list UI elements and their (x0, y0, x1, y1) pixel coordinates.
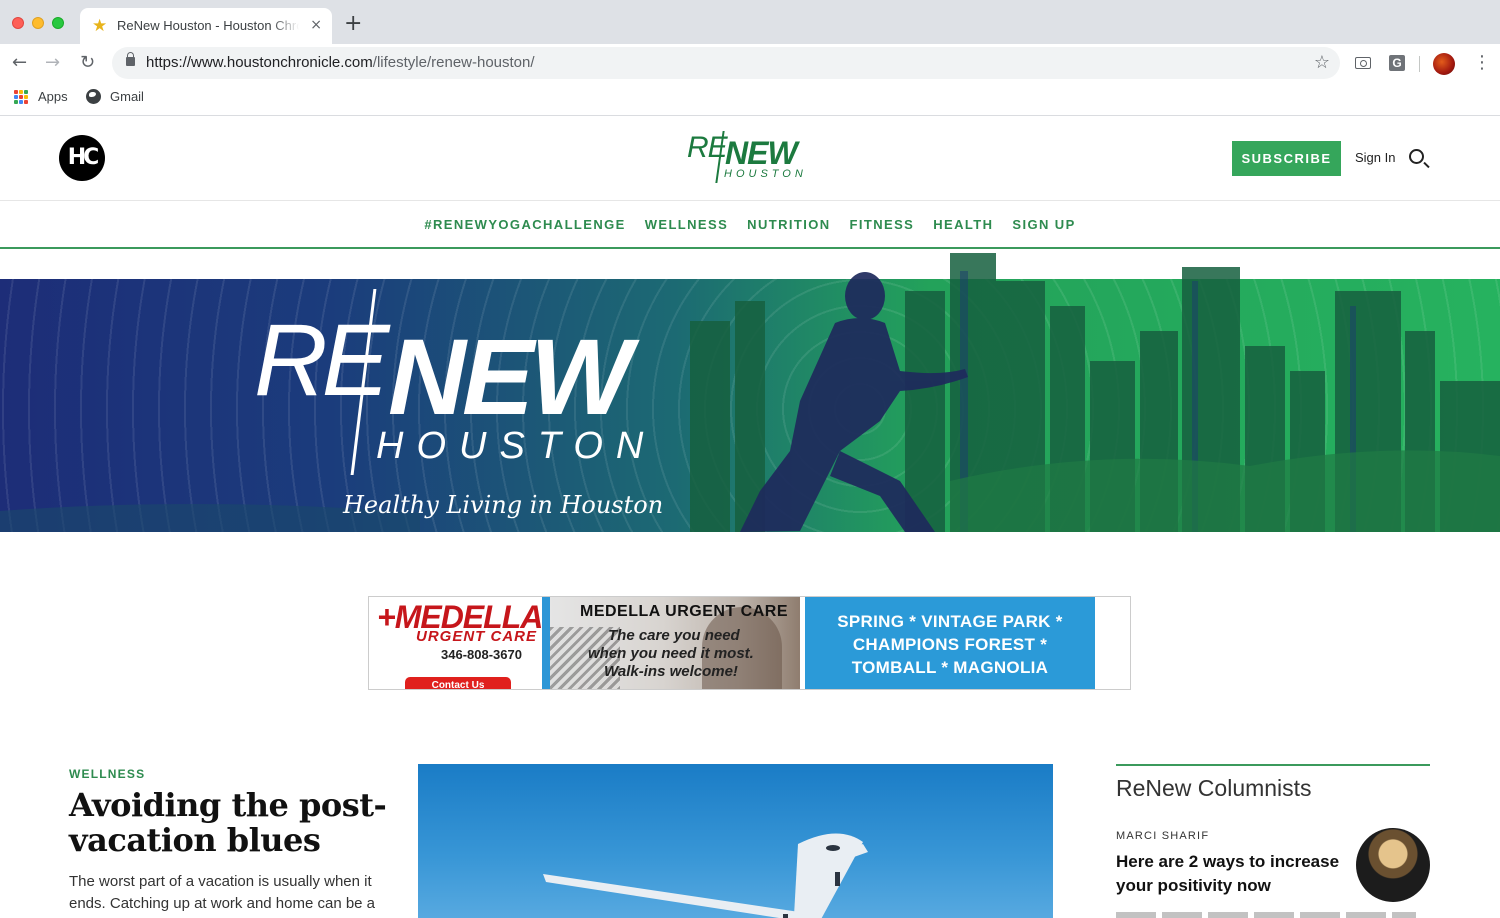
columnist-next-text (1116, 912, 1416, 918)
ad-location-line: SPRING * VINTAGE PARK * (837, 612, 1063, 631)
kebab-menu-icon[interactable]: ⋮ (1473, 54, 1491, 72)
columnist-avatar[interactable] (1356, 828, 1430, 902)
logo-new: NEW (725, 135, 798, 171)
ad-logo-panel: +MEDELLA URGENT CARE 346-808-3670 Contac… (369, 597, 543, 689)
bookmark-apps[interactable]: Apps (14, 89, 68, 104)
ad-locations-panel: SPRING * VINTAGE PARK * CHAMPIONS FOREST… (805, 597, 1095, 689)
ad-mid-line: when you need it most. (588, 645, 754, 662)
columnists-rule (1116, 764, 1430, 766)
site-header: HC RE NEW HOUSTON SUBSCRIBE Sign In (0, 117, 1500, 201)
hero-new-text: NEW (388, 316, 632, 437)
tab-title: ReNew Houston - Houston Chronicle (117, 18, 299, 33)
ad-phone: 346-808-3670 (441, 647, 522, 662)
article-description: The worst part of a vacation is usually … (69, 873, 376, 912)
bookmark-star-icon[interactable]: ☆ (1314, 52, 1330, 73)
reload-icon[interactable]: ↻ (80, 53, 95, 73)
medella-ad-banner[interactable]: + MEDELLA URGENT CARE 346-808-3670 Contac… (368, 596, 1131, 690)
camera-icon[interactable] (1355, 57, 1371, 69)
columnist-article-title[interactable]: Here are 2 ways to increase your positiv… (1116, 850, 1351, 898)
nav-nutrition[interactable]: NUTRITION (747, 217, 830, 232)
grammarly-extension-icon[interactable]: G (1389, 55, 1405, 71)
sign-in-link[interactable]: Sign In (1355, 150, 1395, 165)
url-text[interactable]: https://www.houstonchronicle.com/lifesty… (146, 54, 535, 71)
bookmark-gmail[interactable]: Gmail (86, 89, 144, 104)
tab-close-icon[interactable]: × (310, 17, 322, 33)
article-image-airplane[interactable] (418, 764, 1053, 918)
hero-banner: RE NEW HOUSTON Healthy Living in Houston (0, 251, 1500, 532)
ad-mid-title: MEDELLA URGENT CARE (580, 603, 789, 620)
hero-houston-text: HOUSTON (376, 425, 657, 467)
back-arrow-icon[interactable]: ← (12, 53, 27, 73)
hero-skyline-illustration (0, 253, 1500, 532)
search-icon[interactable] (1409, 149, 1424, 164)
profile-avatar[interactable] (1433, 53, 1455, 75)
nav-wellness[interactable]: WELLNESS (645, 217, 728, 232)
nav-health[interactable]: HEALTH (933, 217, 993, 232)
apps-grid-icon (14, 89, 28, 104)
browser-toolbar: ← → ↻ https://www.houstonchronicle.com/l… (0, 44, 1500, 82)
forward-arrow-icon[interactable]: → (45, 53, 60, 73)
logo-houston: HOUSTON (724, 168, 807, 180)
nav-sign-up[interactable]: SIGN UP (1012, 217, 1075, 232)
ad-divider (542, 597, 550, 689)
subscribe-button[interactable]: SUBSCRIBE (1232, 141, 1341, 176)
bookmarks-bar: Apps Gmail (0, 82, 1500, 116)
airplane-illustration (543, 833, 868, 918)
ad-location-line: CHAMPIONS FOREST * (852, 635, 1048, 654)
ad-brand-sub: URGENT CARE (416, 628, 538, 645)
medical-cross-icon: + (377, 599, 396, 635)
section-nav: #RENEWYOGACHALLENGE WELLNESS NUTRITION F… (0, 201, 1500, 249)
address-bar[interactable]: https://www.houstonchronicle.com/lifesty… (112, 47, 1340, 79)
ad-contact-button[interactable]: Contact Us (405, 677, 511, 689)
article-headline[interactable]: Avoiding the post-vacation blues (69, 788, 389, 858)
ad-photo-panel: MEDELLA URGENT CARE The care you need wh… (550, 597, 800, 689)
window-close-button[interactable] (12, 17, 24, 29)
browser-tab-active[interactable]: ★ ReNew Houston - Houston Chronicle × (80, 8, 332, 44)
toolbar-divider (1419, 56, 1420, 72)
browser-tabstrip: ★ ReNew Houston - Houston Chronicle × + (0, 0, 1500, 44)
renew-houston-logo[interactable]: RE NEW HOUSTON (687, 131, 817, 185)
nav-fitness[interactable]: FITNESS (850, 217, 915, 232)
ad-mid-line: The care you need (608, 627, 740, 644)
lock-icon (126, 52, 135, 66)
new-tab-button[interactable]: + (344, 13, 362, 35)
article-category[interactable]: WELLNESS (69, 767, 145, 781)
houston-chronicle-logo[interactable]: HC (59, 135, 105, 181)
window-maximize-button[interactable] (52, 17, 64, 29)
columnists-heading: ReNew Columnists (1116, 775, 1312, 801)
bookmark-label: Apps (38, 89, 68, 104)
globe-icon (86, 89, 101, 104)
ad-location-line: TOMBALL * MAGNOLIA (851, 658, 1049, 677)
bookmark-label: Gmail (110, 89, 144, 104)
columnist-author[interactable]: MARCI SHARIF (1116, 830, 1209, 842)
star-favicon-icon: ★ (92, 16, 108, 36)
hero-tagline: Healthy Living in Houston (343, 491, 664, 519)
window-minimize-button[interactable] (32, 17, 44, 29)
ad-mid-line: Walk-ins welcome! (604, 663, 738, 680)
nav-yoga-challenge[interactable]: #RENEWYOGACHALLENGE (424, 217, 625, 232)
